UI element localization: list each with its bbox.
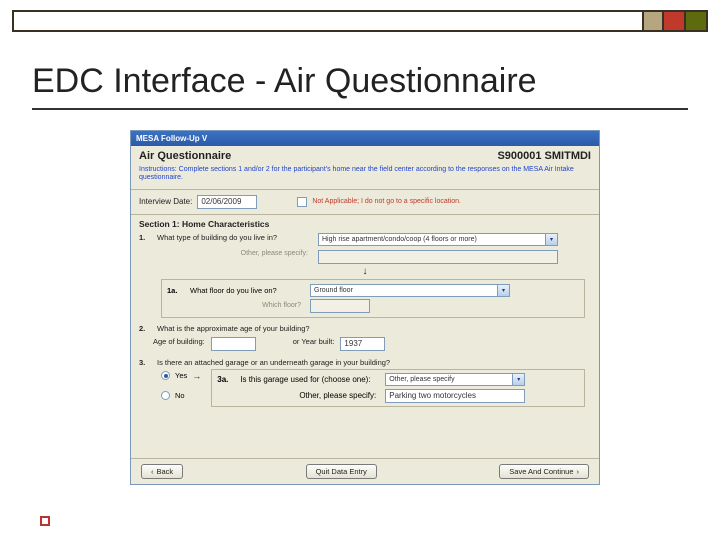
q2-age-label: Age of building: <box>153 337 205 346</box>
q1a-which-floor-label: Which floor? <box>190 302 305 309</box>
quit-label: Quit Data Entry <box>316 467 367 476</box>
chevron-down-icon: ▾ <box>545 234 557 245</box>
q3a-label: Is this garage used for (choose one): <box>240 375 380 384</box>
instructions-text: Instructions: Complete sections 1 and/or… <box>131 164 599 190</box>
q1a-box: 1a. What floor do you live on? Ground fl… <box>161 279 585 318</box>
slide-topbar <box>12 10 708 32</box>
save-continue-button[interactable]: Save And Continue › <box>499 464 589 479</box>
q1-other-row: Other, please specify: <box>131 248 599 266</box>
chevron-down-icon: ▾ <box>497 285 509 296</box>
slide: EDC Interface - Air Questionnaire MESA F… <box>0 0 720 540</box>
q1a-label: What floor do you live on? <box>190 286 305 295</box>
q3a-select[interactable]: Other, please specify ▾ <box>385 373 525 386</box>
section1-heading: Section 1: Home Characteristics <box>131 215 599 231</box>
q3a-select-value: Other, please specify <box>389 376 454 383</box>
q3a-other-input[interactable] <box>385 389 525 403</box>
form-title: Air Questionnaire <box>139 150 231 162</box>
slide-swatches <box>642 10 708 32</box>
q2-year-label: or Year built: <box>293 337 335 346</box>
chevron-down-icon: ▾ <box>512 374 524 385</box>
q1-select-value: High rise apartment/condo/coop (4 floors… <box>322 236 477 243</box>
swatch-tan <box>642 10 664 32</box>
q3-no-radio[interactable] <box>161 391 170 400</box>
q3-yes-label: Yes <box>175 371 187 380</box>
app-window: MESA Follow-Up V Air Questionnaire S9000… <box>130 130 600 485</box>
q1-building-select[interactable]: High rise apartment/condo/coop (4 floors… <box>318 233 558 246</box>
back-button[interactable]: ‹ Back <box>141 464 183 479</box>
chevron-right-icon: › <box>577 467 580 476</box>
q1-row: 1. What type of building do you live in?… <box>131 231 599 248</box>
quit-button[interactable]: Quit Data Entry <box>306 464 377 479</box>
swatch-olive <box>686 10 708 32</box>
save-label: Save And Continue <box>509 467 573 476</box>
page-title: EDC Interface - Air Questionnaire <box>32 62 537 101</box>
swatch-red <box>664 10 686 32</box>
q3a-other-label: Other, please specify: <box>240 391 380 400</box>
chevron-left-icon: ‹ <box>151 467 154 476</box>
q2-age-input[interactable] <box>211 337 256 351</box>
decorative-square-icon <box>40 516 50 526</box>
interview-date-row: Interview Date: Not Applicable; I do not… <box>131 190 599 215</box>
q2-row: 2. What is the approximate age of your b… <box>131 322 599 335</box>
q1-label: What type of building do you live in? <box>157 233 312 242</box>
q1a-floor-select[interactable]: Ground floor ▾ <box>310 284 510 297</box>
na-label: Not Applicable; I do not go to a specifi… <box>312 198 461 205</box>
q3-row: 3. Is there an attached garage or an und… <box>131 356 599 369</box>
arrow-right-icon: → <box>192 371 201 381</box>
q1-other-input[interactable] <box>318 250 558 264</box>
q2-year-input[interactable] <box>340 337 385 351</box>
q3a-num: 3a. <box>217 375 235 384</box>
q3-label: Is there an attached garage or an undern… <box>157 358 390 367</box>
title-rule <box>32 108 688 110</box>
back-label: Back <box>157 467 174 476</box>
participant-id: S900001 SMITMDI <box>497 150 591 162</box>
interview-date-input[interactable] <box>197 195 257 209</box>
q2-inputs-row: Age of building: or Year built: <box>145 335 599 353</box>
q3-num: 3. <box>139 358 151 367</box>
q1a-which-floor-input[interactable] <box>310 299 370 313</box>
q1a-num: 1a. <box>167 286 185 295</box>
q3-yes-radio[interactable] <box>161 371 170 380</box>
q3-no-label: No <box>175 391 185 400</box>
q2-num: 2. <box>139 324 151 333</box>
q2-label: What is the approximate age of your buil… <box>157 324 310 333</box>
q3-options: Yes → No <box>161 371 201 400</box>
interview-date-label: Interview Date: <box>139 197 192 206</box>
form-title-row: Air Questionnaire S900001 SMITMDI <box>131 146 599 164</box>
arrow-down-icon: ↓ <box>131 266 599 277</box>
q1a-select-value: Ground floor <box>314 287 353 294</box>
q3a-box: 3a. Is this garage used for (choose one)… <box>211 369 585 407</box>
app-header: MESA Follow-Up V <box>131 131 599 146</box>
q1-other-label: Other, please specify: <box>157 250 312 257</box>
button-bar: ‹ Back Quit Data Entry Save And Continue… <box>131 458 599 484</box>
na-checkbox[interactable] <box>297 197 307 207</box>
q1-num: 1. <box>139 233 151 242</box>
